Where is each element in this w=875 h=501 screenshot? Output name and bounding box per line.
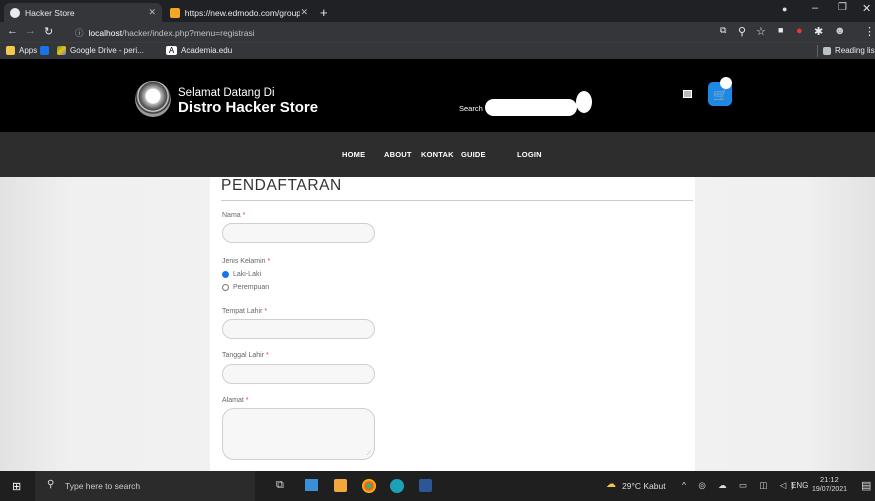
bookmark-google-drive[interactable]: Google Drive - peri... <box>57 46 144 55</box>
reload-icon[interactable]: ↻ <box>44 25 53 38</box>
new-tab-button[interactable]: + <box>316 3 336 22</box>
nav-about[interactable]: ABOUT <box>384 150 412 159</box>
maximize-icon[interactable]: ❐ <box>838 2 847 13</box>
resize-handle-icon[interactable]: ⟋ <box>367 451 371 458</box>
taskbar-search-placeholder: Type here to search <box>65 481 141 491</box>
page-title: PENDAFTARAN <box>221 177 342 194</box>
site-header: Selamat Datang Di Distro Hacker Store Se… <box>0 59 875 132</box>
apps-grid-icon <box>6 46 15 55</box>
bookmarks-bar: Apps Google Drive - peri... A Academia.e… <box>0 42 875 59</box>
url-host: localhost <box>88 27 123 38</box>
taskbar-search-box[interactable]: ⚲ Type here to search <box>35 471 255 501</box>
file-explorer-icon[interactable] <box>305 479 318 491</box>
jenis-kelamin-label: Jenis Kelamin * <box>222 258 271 265</box>
welcome-text: Selamat Datang Di <box>178 87 275 99</box>
windows-taskbar: ⊞ ⚲ Type here to search ⧉ ☁ 29°C Kabut ^… <box>0 471 875 501</box>
tempat-lahir-input[interactable] <box>222 319 375 339</box>
address-bar[interactable]: ⓘ localhost /hacker/index.php?menu=regis… <box>75 25 800 40</box>
search-input[interactable] <box>485 99 577 116</box>
title-divider <box>221 200 693 201</box>
bookmark-apps[interactable]: Apps <box>6 46 37 55</box>
minimize-icon[interactable]: – <box>812 2 818 14</box>
chrome-icon[interactable] <box>362 479 376 493</box>
browser-toolbar: ← → ↻ ⓘ localhost /hacker/index.php?menu… <box>0 22 875 42</box>
back-icon[interactable]: ← <box>7 25 18 37</box>
zoom-icon[interactable]: ⚲ <box>738 25 746 38</box>
tab-hacker-store[interactable]: Hacker Store ✕ <box>4 3 162 22</box>
anonymous-logo-icon <box>135 81 171 117</box>
store-icon[interactable] <box>334 479 347 492</box>
close-window-icon[interactable]: ✕ <box>862 2 871 15</box>
bookmark-edmodo[interactable] <box>40 46 53 55</box>
weather-text[interactable]: 29°C Kabut <box>622 481 666 491</box>
browser-tab-strip: Hacker Store ✕ https://new.edmodo.com/gr… <box>0 0 875 22</box>
bookmark-star-icon[interactable]: ☆ <box>756 25 766 38</box>
edmodo-icon <box>170 7 180 18</box>
search-icon: ⚲ <box>47 479 55 490</box>
profile-avatar-icon[interactable]: ☻ <box>834 25 846 37</box>
adblock-icon[interactable]: ● <box>796 25 803 37</box>
page-content: PENDAFTARAN Nama * Jenis Kelamin * Laki-… <box>0 177 875 471</box>
url-path: /hacker/index.php?menu=registrasi <box>122 27 255 38</box>
globe-icon <box>10 7 20 18</box>
cart-badge <box>720 77 732 89</box>
forward-icon[interactable]: → <box>25 25 36 37</box>
clock-time[interactable]: 21:12 <box>820 475 839 484</box>
bookmark-academia[interactable]: A Academia.edu <box>166 46 232 55</box>
language-indicator[interactable]: ENG <box>791 481 808 490</box>
close-tab-icon[interactable]: ✕ <box>300 7 308 18</box>
task-view-icon[interactable]: ⧉ <box>276 479 284 492</box>
radio-laki-laki[interactable]: Laki-Laki <box>222 271 261 278</box>
tab-title: https://new.edmodo.com/group <box>184 7 301 18</box>
menu-kebab-icon[interactable]: ⋮ <box>864 25 875 38</box>
search-button[interactable] <box>576 91 592 113</box>
bookmark-label: Google Drive - peri... <box>70 46 144 55</box>
alamat-label: Alamat * <box>222 397 249 404</box>
site-title: Distro Hacker Store <box>178 99 319 116</box>
info-icon[interactable]: ⓘ <box>75 27 84 39</box>
main-nav: HOME ABOUT KONTAK GUIDE LOGIN <box>0 132 875 177</box>
radio-checked-icon[interactable] <box>222 271 229 278</box>
system-tray-icons[interactable]: ^ ◎ ☁ ▭ ◫ ◁) <box>682 480 799 491</box>
reading-list-label: Reading lis <box>835 46 875 55</box>
radio-label: Perempuan <box>233 284 270 291</box>
windows-start-icon[interactable]: ⊞ <box>12 480 21 493</box>
tanggal-lahir-label: Tanggal Lahir * <box>222 352 269 359</box>
edmodo-bookmark-icon <box>40 46 49 55</box>
nav-kontak[interactable]: KONTAK <box>421 150 454 159</box>
weather-icon: ☁ <box>606 479 616 490</box>
nav-guide[interactable]: GUIDE <box>461 150 486 159</box>
word-icon[interactable] <box>419 479 432 492</box>
reading-list-button[interactable]: Reading lis <box>823 46 875 55</box>
small-image-icon <box>683 90 692 98</box>
tab-title: Hacker Store <box>25 7 75 18</box>
edge-icon[interactable] <box>390 479 404 493</box>
reading-list-icon <box>823 46 831 55</box>
bookmark-label: Academia.edu <box>181 46 233 55</box>
tempat-lahir-label: Tempat Lahir * <box>222 308 268 315</box>
radio-label: Laki-Laki <box>233 271 262 278</box>
close-tab-icon[interactable]: ✕ <box>148 7 156 18</box>
cart-icon: 🛒 <box>713 88 728 102</box>
google-drive-icon <box>57 46 66 55</box>
radio-perempuan[interactable]: Perempuan <box>222 284 269 291</box>
divider <box>817 45 818 57</box>
profile-icon[interactable]: ● <box>782 4 787 14</box>
extensions-puzzle-icon[interactable]: ✱ <box>814 25 823 38</box>
nav-home[interactable]: HOME <box>342 150 365 159</box>
tanggal-lahir-input[interactable] <box>222 364 375 384</box>
academia-icon: A <box>166 46 177 55</box>
notification-icon[interactable]: ▤ <box>861 479 871 492</box>
tab-edmodo[interactable]: https://new.edmodo.com/group ✕ <box>164 3 314 22</box>
extension-icon[interactable]: ■ <box>778 25 783 35</box>
nav-login[interactable]: LOGIN <box>517 150 542 159</box>
bookmark-label: Apps <box>19 46 38 55</box>
search-label: Search <box>459 104 483 113</box>
translate-icon[interactable]: ⧉ <box>720 25 726 36</box>
nama-input[interactable] <box>222 223 375 243</box>
clock-date[interactable]: 19/07/2021 <box>812 486 847 493</box>
radio-unchecked-icon[interactable] <box>222 284 229 291</box>
alamat-textarea[interactable]: ⟋ <box>222 408 375 460</box>
nama-label: Nama * <box>222 212 246 219</box>
